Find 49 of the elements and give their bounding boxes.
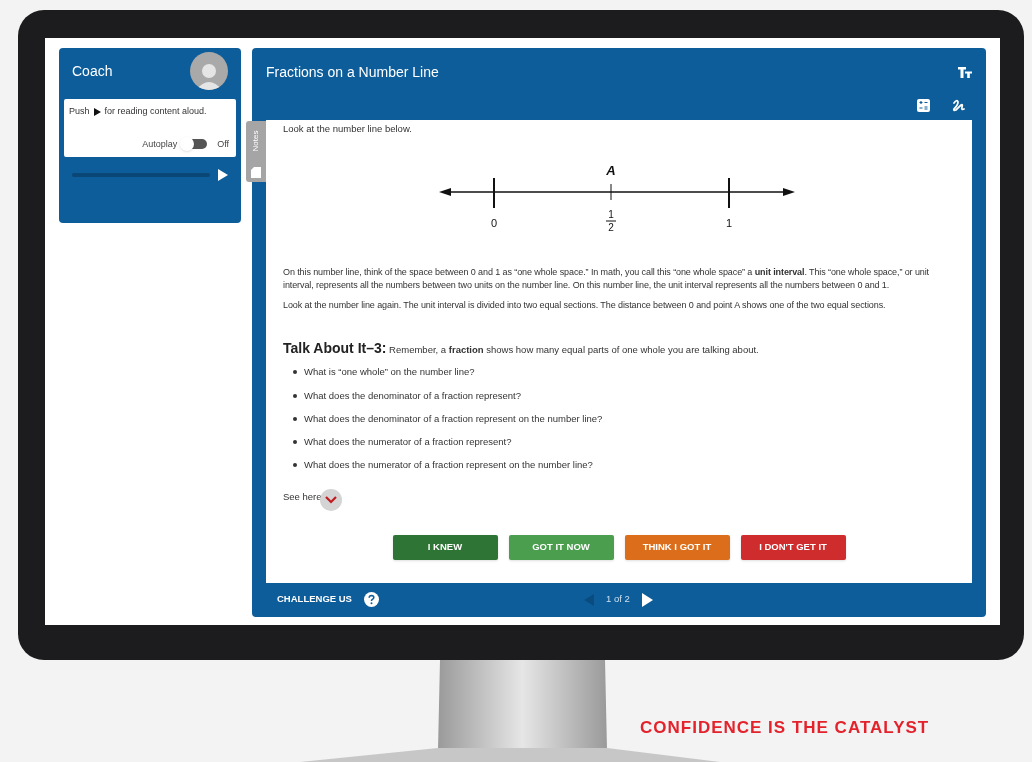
intro-text: Look at the number line below. bbox=[283, 122, 413, 136]
hint-text: for reading content aloud. bbox=[104, 105, 207, 118]
lesson-title: Fractions on a Number Line bbox=[266, 63, 439, 82]
squiggle-pen-icon[interactable] bbox=[952, 99, 966, 112]
note-icon bbox=[251, 167, 261, 178]
see-here-text: See here bbox=[283, 489, 322, 504]
response-button[interactable]: I DON'T GET IT bbox=[740, 534, 846, 560]
tick-mark bbox=[493, 177, 495, 210]
question-text: What is “one whole” on the number line? bbox=[304, 365, 475, 380]
bullet-icon bbox=[293, 463, 297, 468]
bullet-icon bbox=[293, 440, 297, 445]
next-page-icon[interactable] bbox=[641, 592, 653, 607]
tick-mark bbox=[610, 183, 612, 201]
play-icon[interactable] bbox=[218, 169, 228, 181]
paragraph: Look at the number line again. The unit interval is divided into two equal sections. The distance between 0 and point A shows one of the two equal sections. bbox=[283, 299, 887, 313]
bullet-icon bbox=[293, 370, 297, 375]
notes-label: Notes bbox=[250, 130, 261, 152]
chevron-down-icon bbox=[324, 495, 337, 504]
autoplay-label: Autoplay bbox=[142, 137, 178, 151]
text-size-icon[interactable] bbox=[958, 67, 972, 78]
autoplay-toggle[interactable] bbox=[183, 139, 208, 150]
bullet-icon bbox=[293, 393, 297, 398]
question-text: What does the denominator of a fraction represent? bbox=[304, 388, 522, 403]
autoplay-state: Off bbox=[217, 137, 229, 151]
point-label: A bbox=[606, 164, 616, 179]
bullet-icon bbox=[293, 416, 297, 421]
avatar bbox=[190, 52, 228, 90]
paragraph: On this number line, think of the space between 0 and 1 as “one whole space.” In math, you call this “one whole space” a unit interval. This “one whole space,” or unit interval, represents all the numbers between two units on the number line. On this number line, the unit interval represents all the numbers between 0 and 1. bbox=[283, 266, 930, 293]
question-text: What does the numerator of a fraction represent on the number line? bbox=[304, 458, 593, 473]
help-icon[interactable] bbox=[363, 592, 379, 607]
response-button[interactable]: I KNEW bbox=[392, 534, 498, 560]
hint-text: Push bbox=[69, 105, 90, 118]
question-text: What does the numerator of a fraction represent? bbox=[304, 435, 512, 449]
coach-title: Coach bbox=[72, 61, 113, 81]
tick-mark bbox=[728, 177, 730, 210]
fraction-label: 1 2 bbox=[605, 209, 617, 234]
page-indicator: 1 of 2 bbox=[606, 592, 630, 607]
play-icon bbox=[93, 107, 101, 116]
challenge-us-link[interactable]: CHALLENGE US bbox=[277, 592, 352, 607]
audio-progress-track[interactable] bbox=[72, 173, 210, 177]
calculator-icon[interactable] bbox=[917, 99, 930, 112]
question-text: What does the denominator of a fraction represent on the number line? bbox=[304, 411, 603, 426]
tick-label: 0 bbox=[490, 217, 498, 230]
response-button[interactable]: GOT IT NOW bbox=[508, 534, 614, 560]
tagline: CONFIDENCE IS THE CATALYST bbox=[640, 717, 930, 739]
talk-about-it-text: Talk About It–3: Remember, a fraction shows how many equal parts of one whole you are talking about. bbox=[283, 339, 760, 359]
response-button[interactable]: THINK I GOT IT bbox=[624, 534, 730, 560]
expand-button[interactable] bbox=[319, 488, 342, 511]
tick-label: 1 bbox=[725, 217, 733, 230]
